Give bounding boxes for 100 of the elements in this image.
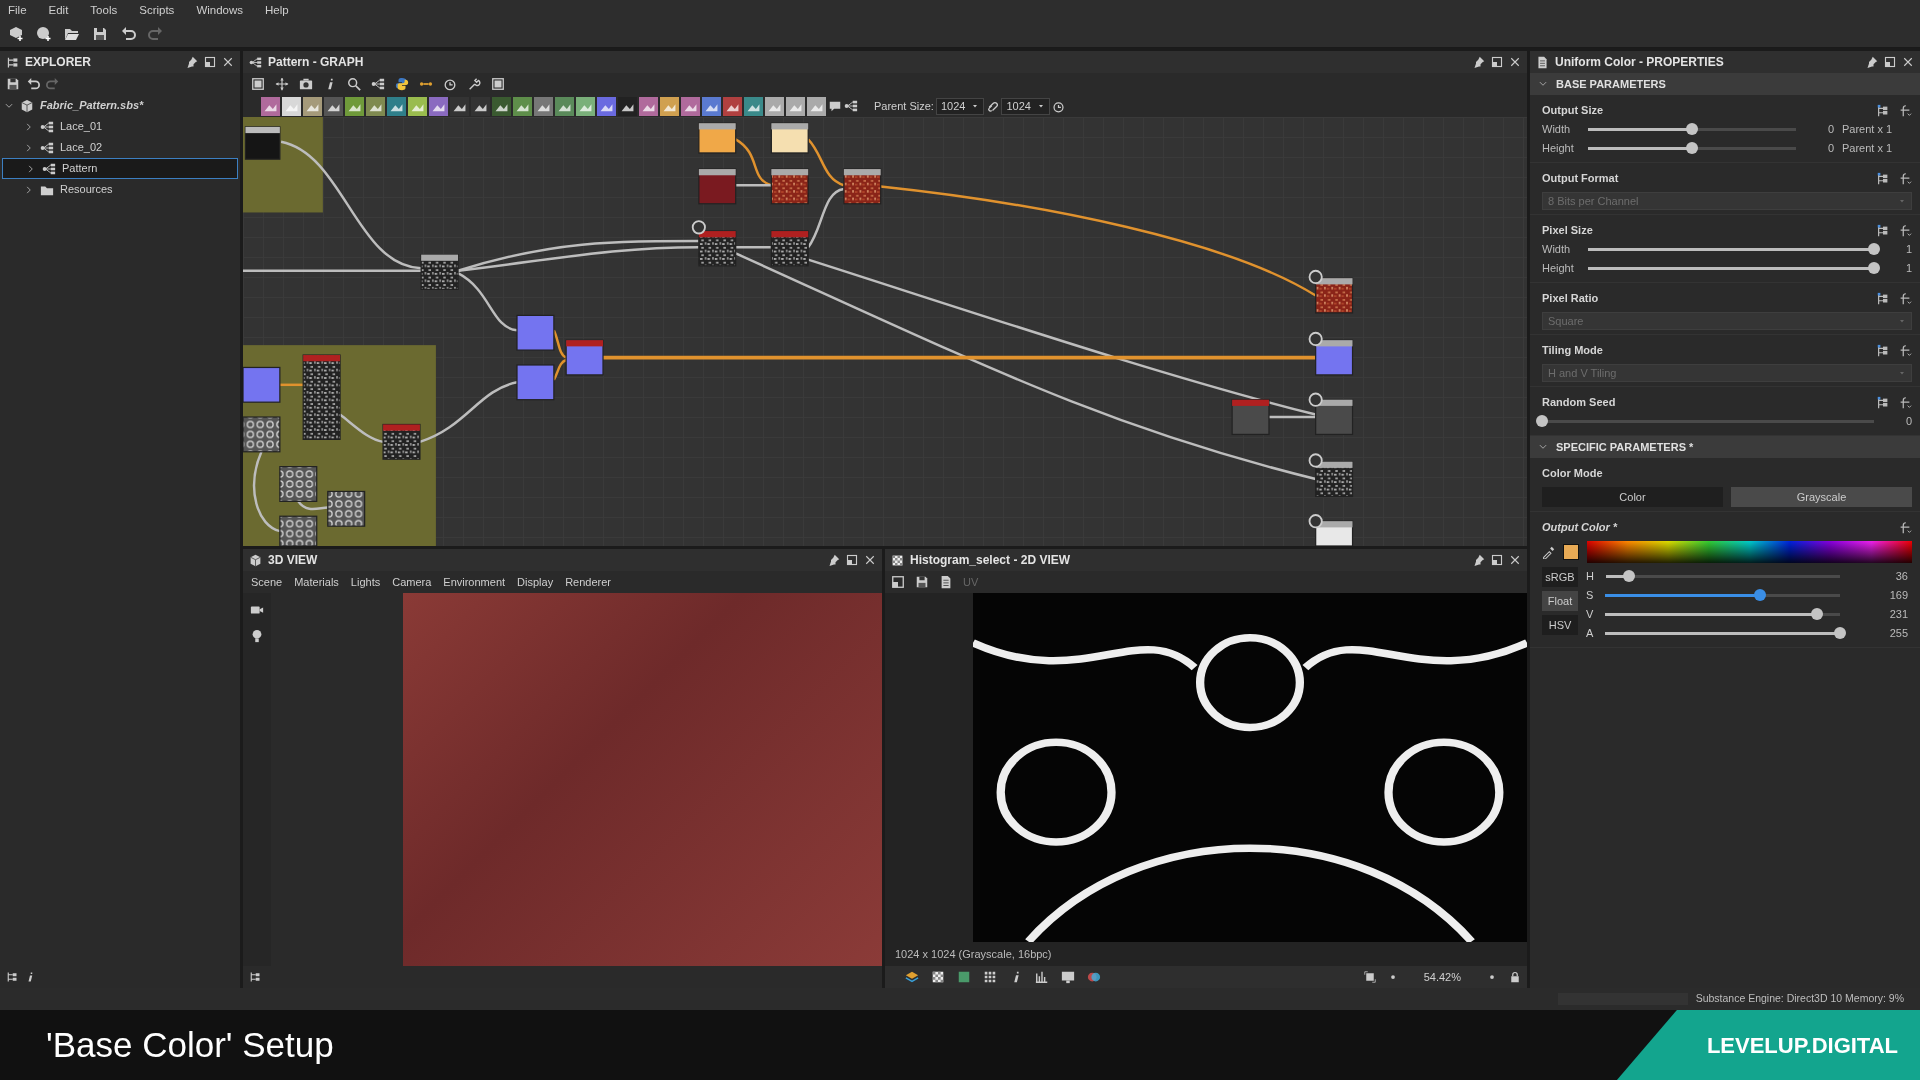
slider-thumb[interactable] bbox=[1868, 243, 1880, 255]
graph-node[interactable] bbox=[1315, 520, 1354, 546]
menu-item[interactable]: Scene bbox=[251, 573, 283, 591]
wrench-icon[interactable] bbox=[467, 77, 481, 91]
function-icon[interactable] bbox=[1898, 520, 1912, 535]
node-tile-icon[interactable] bbox=[345, 96, 364, 116]
slider-thumb[interactable] bbox=[1754, 589, 1767, 601]
menu-item[interactable]: Materials bbox=[294, 573, 339, 591]
graph-node[interactable] bbox=[1315, 461, 1354, 497]
function-icon[interactable] bbox=[1898, 103, 1912, 118]
function-icon[interactable] bbox=[1898, 343, 1912, 358]
node-tile-icon[interactable] bbox=[366, 96, 385, 116]
function-icon[interactable] bbox=[1898, 395, 1912, 410]
slider-thumb[interactable] bbox=[1623, 570, 1636, 582]
menu-item[interactable]: Camera bbox=[392, 573, 432, 591]
graph-node[interactable] bbox=[698, 122, 737, 154]
slider-thumb[interactable] bbox=[1834, 627, 1846, 639]
node-tile-icon[interactable] bbox=[303, 96, 322, 116]
graph-icon[interactable] bbox=[844, 99, 858, 113]
float-window-icon[interactable] bbox=[846, 554, 858, 566]
reset-icon[interactable] bbox=[1051, 99, 1065, 113]
redo-icon[interactable] bbox=[46, 77, 60, 91]
function-icon[interactable] bbox=[1898, 171, 1912, 186]
color-circles-icon[interactable] bbox=[1087, 970, 1101, 984]
node-tile-icon[interactable] bbox=[807, 96, 826, 116]
close-icon[interactable] bbox=[222, 56, 234, 68]
python-icon[interactable] bbox=[395, 77, 409, 91]
gradient-icon[interactable] bbox=[957, 970, 971, 984]
section-header[interactable]: SPECIFIC PARAMETERS * bbox=[1530, 436, 1920, 458]
color-mode-button[interactable]: HSV bbox=[1542, 615, 1578, 635]
close-icon[interactable] bbox=[1902, 56, 1914, 68]
node-tile-icon[interactable] bbox=[534, 96, 553, 116]
slider-thumb[interactable] bbox=[1868, 262, 1880, 274]
inherit-icon[interactable] bbox=[1876, 103, 1890, 118]
menu-item[interactable]: Edit bbox=[48, 2, 69, 18]
node-tile-icon[interactable] bbox=[324, 96, 343, 116]
menu-item[interactable]: Environment bbox=[443, 573, 506, 591]
inherit-icon[interactable] bbox=[1876, 291, 1890, 306]
node-tile-icon[interactable] bbox=[765, 96, 784, 116]
float-window-icon[interactable] bbox=[1491, 56, 1503, 68]
color-mode-button[interactable]: sRGB bbox=[1542, 567, 1578, 587]
graph-node[interactable] bbox=[279, 515, 318, 546]
camera-icon[interactable] bbox=[299, 77, 313, 91]
toggle-option[interactable]: Grayscale bbox=[1731, 487, 1912, 507]
node-tile-icon[interactable] bbox=[513, 96, 532, 116]
inherit-icon[interactable] bbox=[1876, 223, 1890, 238]
expand-chevron-icon[interactable] bbox=[24, 184, 34, 195]
parent-width-dropdown[interactable]: 1024 bbox=[935, 97, 985, 115]
node-tile-icon[interactable] bbox=[282, 96, 301, 116]
color-spectrum[interactable] bbox=[1587, 541, 1912, 563]
package-name[interactable]: Fabric_Pattern.sbs* bbox=[40, 97, 144, 114]
node-tile-icon[interactable] bbox=[681, 96, 700, 116]
menu-item[interactable]: Display bbox=[517, 573, 554, 591]
close-icon[interactable] bbox=[1509, 56, 1521, 68]
node-tile-icon[interactable] bbox=[723, 96, 742, 116]
node-tile-icon[interactable] bbox=[492, 96, 511, 116]
node-tile-icon[interactable] bbox=[429, 96, 448, 116]
graph-node[interactable] bbox=[279, 466, 318, 502]
graph-node[interactable] bbox=[770, 122, 809, 154]
slider-thumb[interactable] bbox=[1810, 608, 1823, 620]
pin-icon[interactable] bbox=[1473, 554, 1485, 566]
expand-chevron-icon[interactable] bbox=[24, 142, 34, 153]
graph-node[interactable] bbox=[1315, 277, 1354, 314]
function-icon[interactable] bbox=[1898, 291, 1912, 306]
graph-node[interactable] bbox=[420, 254, 459, 290]
graph-node[interactable] bbox=[516, 314, 555, 351]
slider-thumb[interactable] bbox=[1536, 415, 1548, 427]
pin-icon[interactable] bbox=[186, 56, 198, 68]
tree-icon[interactable] bbox=[249, 971, 261, 983]
graph-node[interactable] bbox=[327, 490, 366, 527]
menu-item[interactable]: Windows bbox=[196, 2, 244, 18]
node-tile-icon[interactable] bbox=[450, 96, 469, 116]
graph-node[interactable] bbox=[770, 168, 809, 205]
checker-icon[interactable] bbox=[931, 970, 945, 984]
graph-node[interactable] bbox=[1231, 399, 1270, 436]
new-package-icon[interactable] bbox=[8, 25, 24, 42]
node-tile-icon[interactable] bbox=[618, 96, 637, 116]
grid-icon[interactable] bbox=[983, 970, 997, 984]
node-tile-icon[interactable] bbox=[786, 96, 805, 116]
expand-chevron-icon[interactable] bbox=[26, 163, 36, 174]
pin-icon[interactable] bbox=[1866, 56, 1878, 68]
graph-node[interactable] bbox=[382, 423, 421, 460]
tree-item[interactable]: Resources bbox=[0, 179, 240, 200]
node-tile-icon[interactable] bbox=[639, 96, 658, 116]
eyedropper-icon[interactable] bbox=[1542, 545, 1555, 559]
node-tile-icon[interactable] bbox=[555, 96, 574, 116]
tree-item[interactable]: Pattern bbox=[2, 158, 238, 179]
slider-thumb[interactable] bbox=[1686, 142, 1698, 154]
graph-node[interactable] bbox=[302, 354, 341, 440]
graph-node[interactable] bbox=[516, 364, 555, 401]
close-icon[interactable] bbox=[864, 554, 876, 566]
node-tile-icon[interactable] bbox=[387, 96, 406, 116]
clock-icon[interactable] bbox=[443, 77, 457, 91]
tree-item[interactable]: Lace_02 bbox=[0, 137, 240, 158]
float-window-icon[interactable] bbox=[1491, 554, 1503, 566]
graph-node[interactable] bbox=[1315, 339, 1354, 376]
close-icon[interactable] bbox=[1509, 554, 1521, 566]
inherit-icon[interactable] bbox=[1876, 343, 1890, 358]
graph-node[interactable] bbox=[243, 416, 281, 453]
fit-screen-icon[interactable] bbox=[1363, 971, 1376, 983]
